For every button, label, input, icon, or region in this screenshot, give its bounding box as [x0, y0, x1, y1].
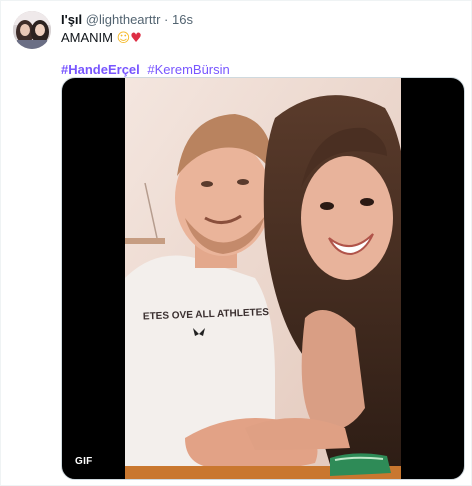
gif-frame: ETES OVE ALL ATHLETES: [125, 78, 401, 479]
separator-dot: ·: [164, 12, 169, 27]
avatar[interactable]: [13, 11, 51, 49]
tweet-header: I'şıl @lighthearttr · 16s: [61, 12, 193, 28]
hashtag-row: #HandeErçel #KeremBürsin: [61, 62, 234, 78]
gif-badge: GIF: [71, 454, 97, 470]
hashtag-hande-ercel[interactable]: #HandeErçel: [61, 62, 140, 77]
avatar-image: [13, 11, 51, 49]
gif-media[interactable]: ETES OVE ALL ATHLETES GIF: [61, 77, 465, 480]
timestamp[interactable]: 16s: [172, 12, 193, 27]
user-handle[interactable]: @lighthearttr: [86, 12, 161, 27]
tweet-text: AMANIM ☺♥: [61, 30, 142, 47]
tweet-card[interactable]: I'şıl @lighthearttr · 16s AMANIM ☺♥ #Han…: [0, 0, 472, 486]
hashtag-kerem-bursin[interactable]: #KeremBürsin: [147, 62, 229, 77]
gif-image: ETES OVE ALL ATHLETES: [125, 78, 401, 479]
red-heart-emoji-icon: ♥: [130, 31, 142, 46]
tweet-text-content: AMANIM: [61, 30, 113, 45]
display-name[interactable]: I'şıl: [61, 12, 82, 27]
smiling-face-emoji-icon: ☺: [116, 31, 131, 46]
